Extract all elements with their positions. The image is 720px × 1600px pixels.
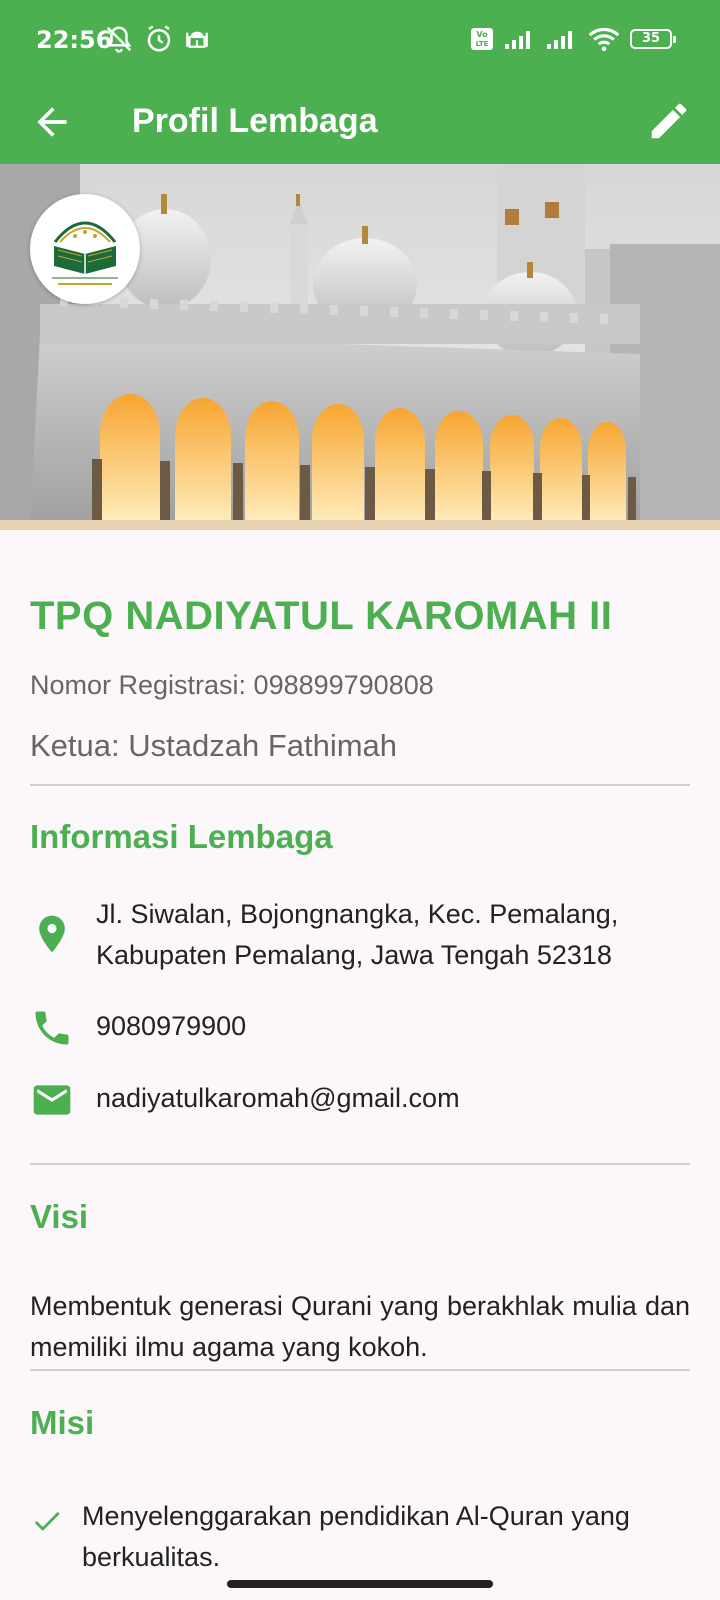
edit-button[interactable] [646, 98, 692, 144]
leader-name: Ketua: Ustadzah Fathimah [30, 728, 398, 763]
section-title-misi: Misi [30, 1404, 95, 1441]
signal-icon [505, 31, 530, 49]
institution-name: TPQ NADIYATUL KAROMAH II [30, 594, 613, 638]
email-icon [33, 1085, 71, 1115]
edit-pencil-icon [651, 103, 687, 139]
signal-icon [547, 31, 572, 49]
back-button[interactable] [30, 100, 74, 144]
institution-logo [30, 194, 140, 304]
page-title: Profil Lembaga [132, 102, 378, 140]
volte-icon: Vo LTE [471, 28, 493, 50]
divider [30, 784, 690, 786]
svg-text:LTE: LTE [476, 40, 489, 48]
status-bar: 22:56 Vo LTE 35 [0, 0, 720, 82]
address-line-1: Jl. Siwalan, Bojongnangka, Kec. Pemalang… [96, 899, 619, 929]
misi-text: Menyelenggarakan pendidikan Al-Quran yan… [82, 1501, 630, 1572]
location-pin-icon [39, 915, 65, 953]
quran-book-logo-icon [52, 221, 118, 285]
check-icon [34, 1511, 60, 1531]
app-bar: Profil Lembaga [0, 82, 720, 164]
battery-icon: 35 [630, 29, 676, 49]
divider [30, 1163, 690, 1165]
mosque-icon [186, 31, 208, 48]
section-title-visi: Visi [30, 1198, 89, 1235]
wifi-icon [588, 27, 620, 52]
svg-text:Vo: Vo [476, 30, 488, 39]
email-address: nadiyatulkaromah@gmail.com [96, 1083, 460, 1113]
phone-number: 9080979900 [96, 1011, 247, 1041]
phone-icon [35, 1011, 69, 1045]
home-indicator[interactable] [227, 1580, 493, 1588]
registration-number: Nomor Registrasi: 098899790808 [30, 670, 434, 700]
divider [30, 1369, 690, 1371]
visi-text: Membentuk generasi Qurani yang berakhlak… [30, 1291, 690, 1362]
arrow-back-icon [37, 107, 67, 137]
alarm-icon [147, 25, 171, 52]
address-line-2: Kabupaten Pemalang, Jawa Tengah 52318 [96, 940, 612, 970]
status-time: 22:56 [36, 26, 113, 54]
mute-bell-icon [106, 26, 132, 53]
section-title-info: Informasi Lembaga [30, 818, 333, 855]
